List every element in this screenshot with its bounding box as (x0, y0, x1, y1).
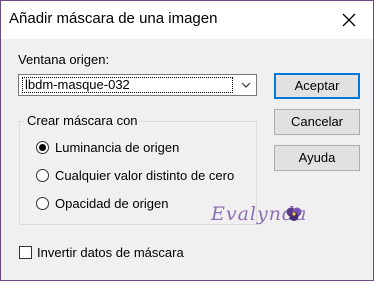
dialog-title: Añadir máscara de una imagen (9, 10, 218, 27)
radio-button[interactable] (36, 141, 49, 154)
invert-mask-checkbox[interactable] (19, 246, 32, 259)
source-window-label: Ventana origen: (18, 52, 110, 67)
radio-label: Cualquier valor distinto de cero (55, 168, 235, 183)
chevron-down-icon[interactable] (236, 75, 256, 95)
cancel-button[interactable]: Cancelar (274, 109, 360, 135)
help-button[interactable]: Ayuda (274, 145, 360, 171)
close-button[interactable] (334, 5, 364, 35)
create-mask-group-title: Crear máscara con (24, 113, 141, 128)
radio-source-opacity[interactable]: Opacidad de origen (36, 196, 168, 211)
source-window-select[interactable]: lbdm-masque-032 (18, 74, 257, 96)
radio-source-luminance[interactable]: Luminancia de origen (36, 140, 179, 155)
radio-label: Opacidad de origen (55, 196, 169, 211)
accept-button[interactable]: Aceptar (274, 73, 360, 99)
invert-mask-option[interactable]: Invertir datos de máscara (19, 245, 184, 260)
radio-any-nonzero[interactable]: Cualquier valor distinto de cero (36, 168, 234, 183)
close-icon (342, 13, 356, 27)
title-bar: Añadir máscara de una imagen (1, 1, 373, 39)
radio-button[interactable] (36, 197, 49, 210)
invert-mask-label: Invertir datos de máscara (37, 245, 184, 260)
radio-button[interactable] (36, 169, 49, 182)
flower-icon (286, 207, 302, 221)
add-mask-dialog: Añadir máscara de una imagen Ventana ori… (0, 0, 374, 281)
radio-label: Luminancia de origen (55, 140, 180, 155)
source-window-value: lbdm-masque-032 (22, 77, 233, 93)
